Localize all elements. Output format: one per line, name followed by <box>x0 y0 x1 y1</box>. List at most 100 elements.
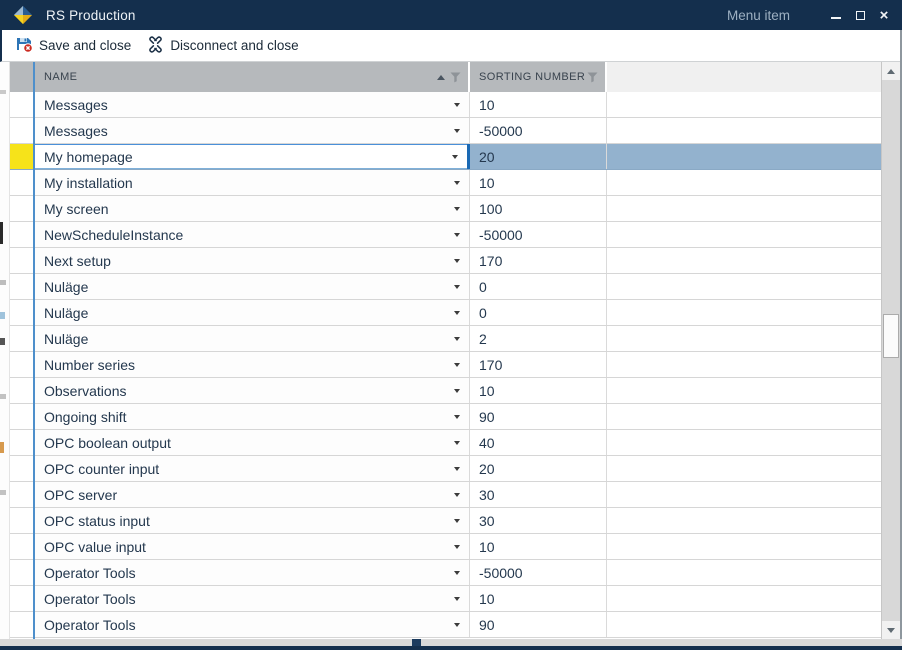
filter-funnel-icon[interactable] <box>587 72 598 83</box>
table-row[interactable]: Observations 10 <box>10 378 881 404</box>
row-selector-cell[interactable] <box>10 456 33 481</box>
name-cell[interactable]: Nuläge <box>33 274 470 299</box>
table-row[interactable]: My screen 100 <box>10 196 881 222</box>
name-cell[interactable]: My screen <box>33 196 470 221</box>
row-selector-cell[interactable] <box>10 586 33 611</box>
table-row[interactable]: My homepage 20 <box>10 144 881 170</box>
name-cell[interactable]: Ongoing shift <box>33 404 470 429</box>
table-row[interactable]: Messages -50000 <box>10 118 881 144</box>
name-cell[interactable]: OPC counter input <box>33 456 470 481</box>
name-cell[interactable]: OPC server <box>33 482 470 507</box>
sorting-number-cell[interactable]: 10 <box>470 586 607 611</box>
sorting-number-cell[interactable]: 10 <box>470 92 607 117</box>
sorting-number-cell[interactable]: 10 <box>470 534 607 559</box>
dropdown-arrow-icon[interactable] <box>454 207 460 211</box>
dropdown-arrow-icon[interactable] <box>454 129 460 133</box>
table-row[interactable]: My installation 10 <box>10 170 881 196</box>
row-selector-cell[interactable] <box>10 170 33 195</box>
sorting-number-cell[interactable]: -50000 <box>470 222 607 247</box>
close-button[interactable]: × <box>872 0 896 30</box>
dropdown-arrow-icon[interactable] <box>454 415 460 419</box>
name-cell[interactable]: Nuläge <box>33 326 470 351</box>
table-row[interactable]: Next setup 170 <box>10 248 881 274</box>
sorting-number-cell[interactable]: 170 <box>470 248 607 273</box>
dropdown-arrow-icon[interactable] <box>454 519 460 523</box>
table-row[interactable]: Number series 170 <box>10 352 881 378</box>
name-cell[interactable]: Number series <box>33 352 470 377</box>
row-selector-cell[interactable] <box>10 92 33 117</box>
column-header-sorting-number[interactable]: SORTING NUMBER <box>470 62 607 92</box>
name-cell[interactable]: Nuläge <box>33 300 470 325</box>
dropdown-arrow-icon[interactable] <box>454 467 460 471</box>
sorting-number-cell[interactable]: 0 <box>470 300 607 325</box>
sorting-number-cell[interactable]: 2 <box>470 326 607 351</box>
disconnect-and-close-button[interactable]: Disconnect and close <box>139 33 306 59</box>
dropdown-arrow-icon[interactable] <box>454 493 460 497</box>
sorting-number-cell[interactable]: 90 <box>470 404 607 429</box>
row-selector-cell[interactable] <box>10 378 33 403</box>
name-cell[interactable]: Observations <box>33 378 470 403</box>
name-cell[interactable]: NewScheduleInstance <box>33 222 470 247</box>
name-cell[interactable]: Next setup <box>33 248 470 273</box>
dropdown-arrow-icon[interactable] <box>452 155 458 159</box>
vertical-scrollbar[interactable] <box>881 62 900 639</box>
row-selector-cell[interactable] <box>10 326 33 351</box>
dropdown-arrow-icon[interactable] <box>454 571 460 575</box>
name-cell[interactable]: OPC status input <box>33 508 470 533</box>
table-row[interactable]: OPC value input 10 <box>10 534 881 560</box>
row-selector-header[interactable] <box>10 62 33 92</box>
column-header-name[interactable]: NAME <box>33 62 470 92</box>
sorting-number-cell[interactable]: 20 <box>470 144 607 169</box>
sorting-number-cell[interactable]: 10 <box>470 170 607 195</box>
sorting-number-cell[interactable]: 20 <box>470 456 607 481</box>
row-selector-cell[interactable] <box>10 248 33 273</box>
row-selector-cell[interactable] <box>10 196 33 221</box>
table-row[interactable]: NewScheduleInstance -50000 <box>10 222 881 248</box>
table-row[interactable]: Nuläge 2 <box>10 326 881 352</box>
row-selector-cell[interactable] <box>10 222 33 247</box>
name-cell[interactable]: Messages <box>33 118 470 143</box>
dropdown-arrow-icon[interactable] <box>454 285 460 289</box>
dropdown-arrow-icon[interactable] <box>454 389 460 393</box>
dropdown-arrow-icon[interactable] <box>454 233 460 237</box>
name-cell[interactable]: My homepage <box>33 144 470 169</box>
table-row[interactable]: Ongoing shift 90 <box>10 404 881 430</box>
dropdown-arrow-icon[interactable] <box>454 181 460 185</box>
sorting-number-cell[interactable]: -50000 <box>470 560 607 585</box>
row-selector-cell[interactable] <box>10 274 33 299</box>
sorting-number-cell[interactable]: 10 <box>470 378 607 403</box>
sorting-number-cell[interactable]: 30 <box>470 508 607 533</box>
scrollbar-thumb[interactable] <box>883 314 899 358</box>
name-cell[interactable]: OPC boolean output <box>33 430 470 455</box>
dropdown-arrow-icon[interactable] <box>454 441 460 445</box>
table-row[interactable]: OPC counter input 20 <box>10 456 881 482</box>
name-cell[interactable]: Operator Tools <box>33 560 470 585</box>
table-row[interactable]: Messages 10 <box>10 92 881 118</box>
table-row[interactable]: Operator Tools -50000 <box>10 560 881 586</box>
sorting-number-cell[interactable]: 90 <box>470 612 607 637</box>
table-row[interactable]: Nuläge 0 <box>10 274 881 300</box>
table-row[interactable]: OPC status input 30 <box>10 508 881 534</box>
sorting-number-cell[interactable]: 0 <box>470 274 607 299</box>
sorting-number-cell[interactable]: 100 <box>470 196 607 221</box>
maximize-button[interactable] <box>848 0 872 30</box>
name-cell[interactable]: Operator Tools <box>33 612 470 637</box>
name-cell[interactable]: Messages <box>33 92 470 117</box>
scroll-up-button[interactable] <box>882 62 900 80</box>
name-cell[interactable]: Operator Tools <box>33 586 470 611</box>
row-selector-cell[interactable] <box>10 612 33 637</box>
table-row[interactable]: OPC boolean output 40 <box>10 430 881 456</box>
sorting-number-cell[interactable]: -50000 <box>470 118 607 143</box>
dropdown-arrow-icon[interactable] <box>454 311 460 315</box>
scroll-down-button[interactable] <box>882 621 900 639</box>
row-selector-cell[interactable] <box>10 508 33 533</box>
dropdown-arrow-icon[interactable] <box>454 337 460 341</box>
name-cell[interactable]: My installation <box>33 170 470 195</box>
row-selector-cell[interactable] <box>10 300 33 325</box>
row-selector-cell[interactable] <box>10 482 33 507</box>
menu-item[interactable]: Menu item <box>717 8 824 23</box>
table-row[interactable]: Operator Tools 90 <box>10 612 881 638</box>
dropdown-arrow-icon[interactable] <box>454 597 460 601</box>
sorting-number-cell[interactable]: 30 <box>470 482 607 507</box>
sorting-number-cell[interactable]: 170 <box>470 352 607 377</box>
